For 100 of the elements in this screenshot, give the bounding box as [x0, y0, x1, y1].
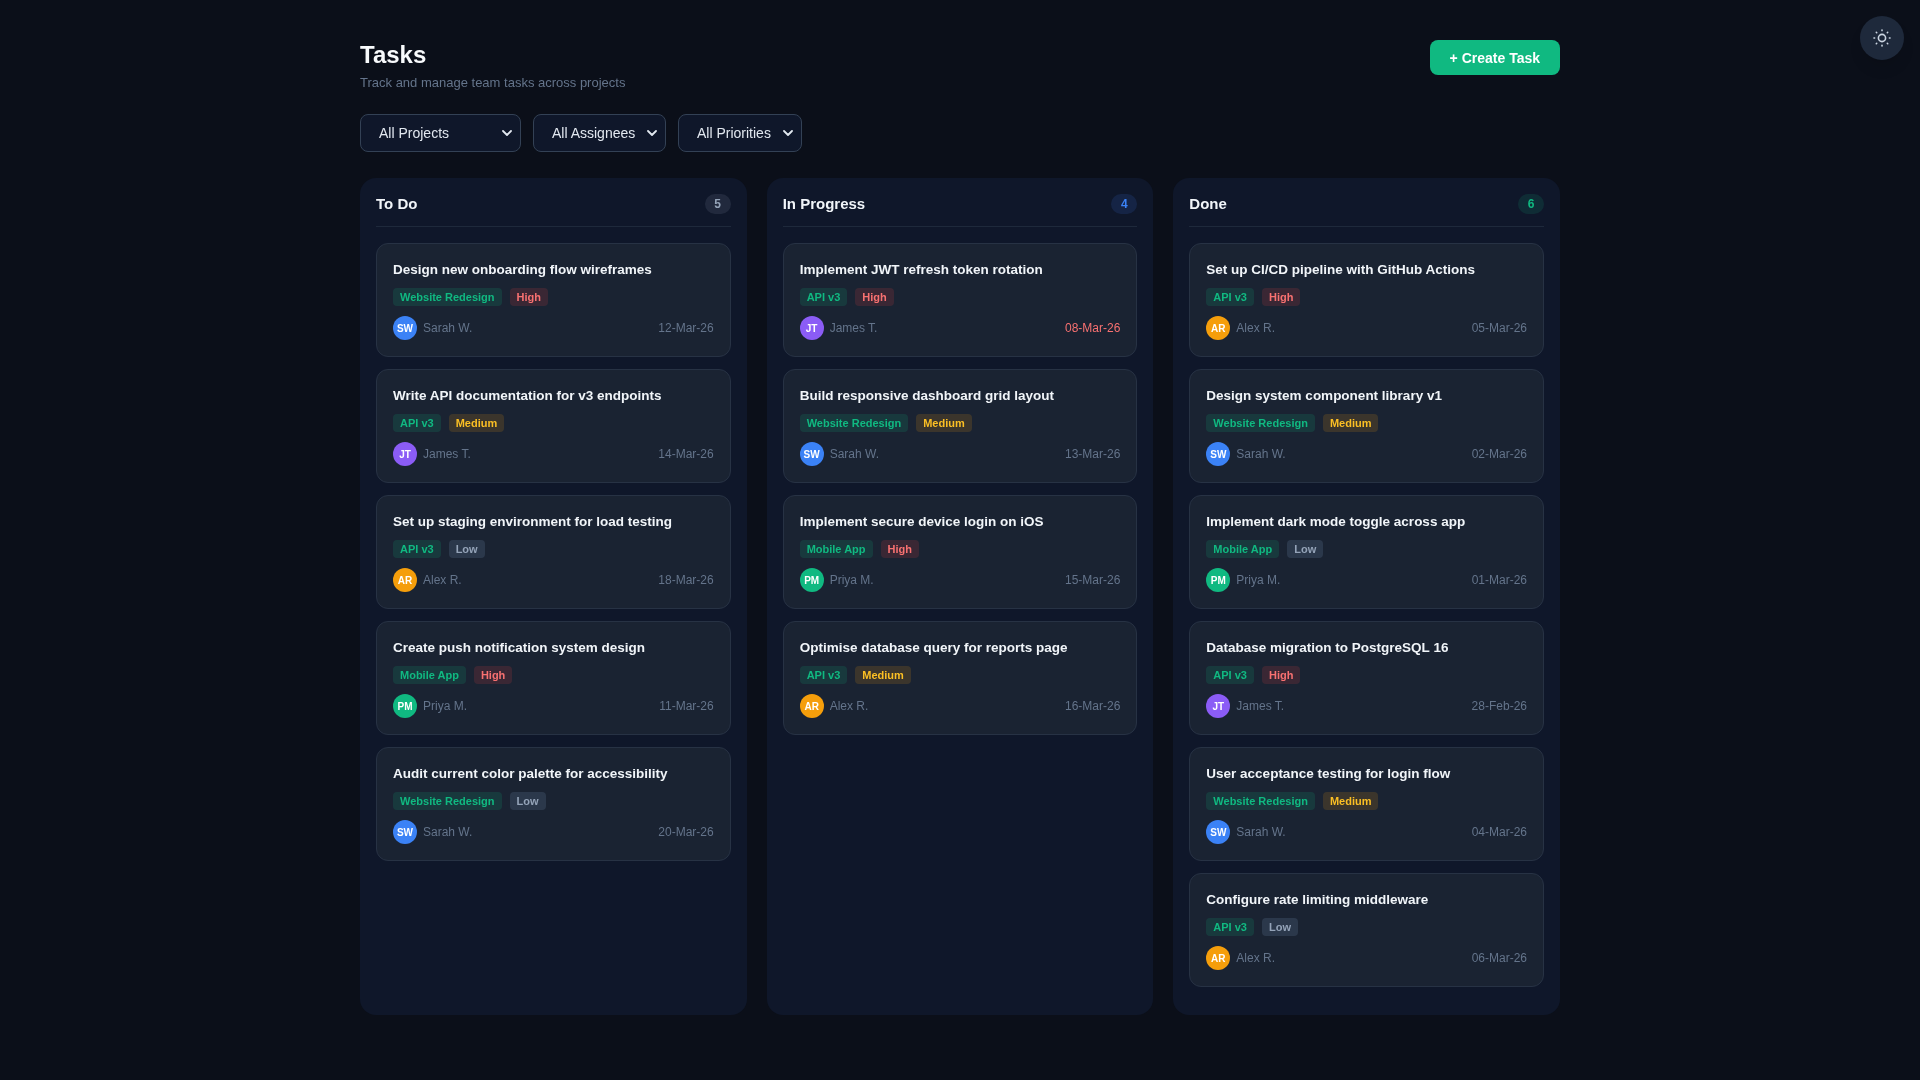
task-card[interactable]: Implement JWT refresh token rotation API v3 High JT James T. 08-Mar-26	[782, 243, 1138, 357]
project-tag: Mobile App	[799, 540, 873, 558]
task-card[interactable]: Database migration to PostgreSQL 16 API v3 High JT James T. 28-Feb-26	[1189, 621, 1544, 735]
assignee-name: Priya M.	[1236, 572, 1281, 588]
task-card[interactable]: Build responsive dashboard grid layout Website Redesign Medium SW Sarah W. 13-Mar-26	[782, 369, 1138, 483]
assignee-avatar: AR	[1206, 946, 1231, 970]
project-tag: API v3	[799, 666, 848, 684]
assignee-avatar: AR	[393, 568, 417, 592]
project-tag: Website Redesign	[799, 414, 909, 432]
assignee-avatar: PM	[1206, 568, 1231, 592]
task-card[interactable]: Implement dark mode toggle across app Mobile App Low PM Priya M. 01-Mar-26	[1189, 495, 1544, 609]
priority-tag: High	[1261, 288, 1301, 306]
assignee-name: James T.	[1236, 698, 1285, 714]
priority-tag: Medium	[448, 414, 505, 432]
assignee-avatar: SW	[393, 820, 417, 844]
column-title: In Progress	[782, 194, 866, 214]
due-date: 08-Mar-26	[1064, 320, 1121, 336]
due-date: 11-Mar-26	[659, 698, 714, 714]
assignee-name: Sarah W.	[423, 320, 473, 336]
due-date: 05-Mar-26	[1471, 320, 1527, 336]
filter-dropdown[interactable]: All Priorities	[678, 114, 802, 152]
priority-tag: High	[1261, 666, 1301, 684]
task-title: Database migration to PostgreSQL 16	[1206, 639, 1450, 657]
task-title: Implement JWT refresh token rotation	[799, 261, 1044, 279]
priority-tag: Medium	[855, 666, 911, 684]
task-card[interactable]: Write API documentation for v3 endpoints API v3 Medium JT James T. 14-Mar-26	[376, 369, 731, 483]
chevron-down-icon	[647, 130, 657, 136]
priority-tag: High	[509, 288, 548, 306]
assignee-avatar: SW	[1206, 820, 1231, 844]
task-count-badge: 5	[704, 194, 731, 214]
project-tag: Website Redesign	[393, 792, 502, 810]
priority-tag: High	[855, 288, 894, 306]
task-card[interactable]: User acceptance testing for login flow Website Redesign Medium SW Sarah W. 04-Mar-26	[1189, 747, 1544, 861]
project-tag: API v3	[1206, 666, 1254, 684]
task-title: Optimise database query for reports page	[799, 639, 1069, 657]
task-card[interactable]: Create push notification system design Mobile App High PM Priya M. 11-Mar-26	[376, 621, 731, 735]
task-title: Set up CI/CD pipeline with GitHub Actions	[1206, 261, 1477, 279]
task-card[interactable]: Configure rate limiting middleware API v3 Low AR Alex R. 06-Mar-26	[1189, 873, 1544, 987]
project-tag: API v3	[393, 540, 441, 558]
project-tag: Website Redesign	[1206, 792, 1315, 810]
filter-dropdown[interactable]: All Assignees	[533, 114, 666, 152]
priority-tag: Medium	[916, 414, 972, 432]
task-card[interactable]: Audit current color palette for accessibility Website Redesign Low SW Sarah W. 20-Mar-26	[376, 747, 731, 861]
due-date: 15-Mar-26	[1064, 572, 1121, 588]
assignee-name: James T.	[829, 320, 878, 336]
task-card[interactable]: Set up CI/CD pipeline with GitHub Actions API v3 High AR Alex R. 05-Mar-26	[1189, 243, 1544, 357]
project-tag: API v3	[1206, 918, 1254, 936]
priority-tag: Medium	[1322, 414, 1379, 432]
assignee-avatar: SW	[799, 442, 824, 466]
assignee-avatar: JT	[393, 442, 417, 466]
assignee-avatar: JT	[799, 316, 824, 340]
column-title: Done	[1189, 194, 1227, 214]
project-tag: API v3	[393, 414, 441, 432]
priority-tag: High	[880, 540, 919, 558]
due-date: 18-Mar-26	[658, 572, 714, 588]
assignee-name: James T.	[423, 446, 471, 462]
filter-dropdown[interactable]: All Projects	[360, 114, 521, 152]
assignee-avatar: SW	[393, 316, 417, 340]
task-card[interactable]: Implement secure device login on iOS Mobile App High PM Priya M. 15-Mar-26	[782, 495, 1138, 609]
assignee-avatar: JT	[1206, 694, 1231, 718]
project-tag: Mobile App	[1206, 540, 1280, 558]
task-card[interactable]: Design system component library v1 Website Redesign Medium SW Sarah W. 02-Mar-26	[1189, 369, 1544, 483]
project-tag: Website Redesign	[393, 288, 502, 306]
task-title: Implement dark mode toggle across app	[1206, 513, 1467, 531]
assignee-name: Sarah W.	[829, 446, 879, 462]
priority-tag: Low	[448, 540, 485, 558]
assignee-name: Sarah W.	[1236, 824, 1286, 840]
task-title: Create push notification system design	[393, 639, 647, 657]
task-count-badge: 6	[1518, 194, 1544, 214]
due-date: 02-Mar-26	[1471, 446, 1527, 462]
priority-tag: Low	[509, 792, 546, 810]
chevron-down-icon	[502, 130, 512, 136]
task-title: Design new onboarding flow wireframes	[393, 261, 653, 279]
assignee-avatar: AR	[799, 694, 824, 718]
due-date: 13-Mar-26	[1064, 446, 1121, 462]
task-title: Set up staging environment for load testing	[393, 513, 674, 531]
project-tag: Website Redesign	[1206, 414, 1315, 432]
assignee-avatar: AR	[1206, 316, 1231, 340]
due-date: 20-Mar-26	[658, 824, 714, 840]
task-card[interactable]: Optimise database query for reports page API v3 Medium AR Alex R. 16-Mar-26	[782, 621, 1138, 735]
page-subtitle: Track and manage team tasks across projects	[360, 74, 626, 92]
task-title: Design system component library v1	[1206, 387, 1443, 405]
due-date: 28-Feb-26	[1471, 698, 1527, 714]
project-tag: API v3	[799, 288, 848, 306]
task-count-badge: 4	[1111, 194, 1138, 214]
task-title: Audit current color palette for accessibility	[393, 765, 669, 783]
theme-toggle-button[interactable]	[1860, 16, 1904, 60]
due-date: 01-Mar-26	[1471, 572, 1527, 588]
assignee-name: Alex R.	[423, 572, 462, 588]
task-card[interactable]: Set up staging environment for load testing API v3 Low AR Alex R. 18-Mar-26	[376, 495, 731, 609]
due-date: 04-Mar-26	[1471, 824, 1527, 840]
due-date: 06-Mar-26	[1471, 950, 1527, 966]
assignee-name: Alex R.	[1236, 950, 1275, 966]
task-title: Configure rate limiting middleware	[1206, 891, 1430, 909]
assignee-name: Priya M.	[829, 572, 874, 588]
assignee-avatar: SW	[1206, 442, 1231, 466]
task-card[interactable]: Design new onboarding flow wireframes Website Redesign High SW Sarah W. 12-Mar-26	[376, 243, 731, 357]
task-title: Build responsive dashboard grid layout	[799, 387, 1055, 405]
project-tag: API v3	[1206, 288, 1254, 306]
assignee-name: Sarah W.	[1236, 446, 1286, 462]
